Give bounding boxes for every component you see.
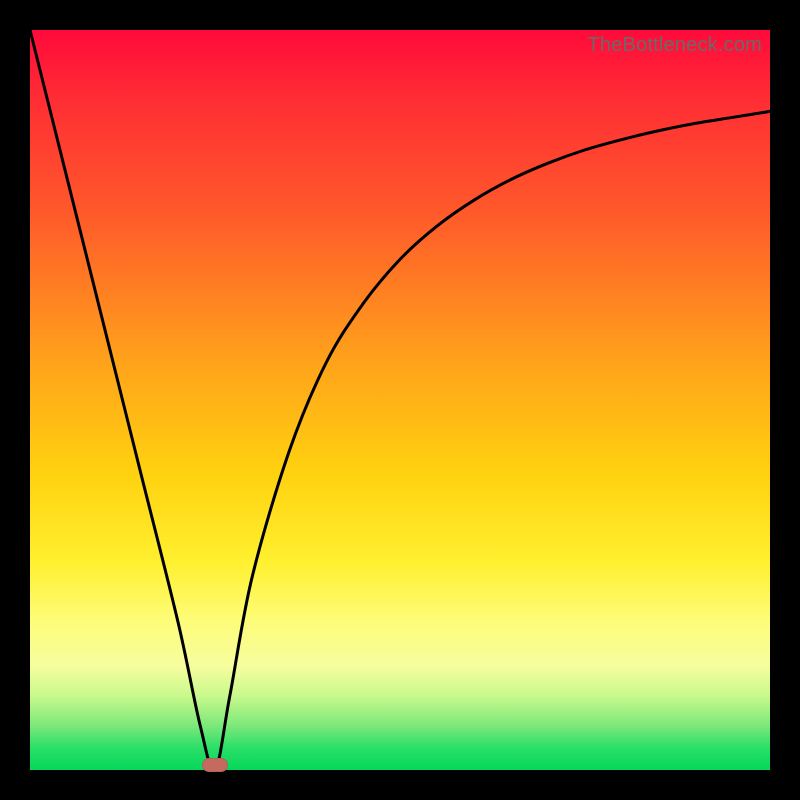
curve-layer [30,30,770,770]
chart-frame: TheBottleneck.com [0,0,800,800]
bottleneck-curve [30,30,770,770]
plot-area: TheBottleneck.com [30,30,770,770]
optimum-marker [202,758,228,772]
